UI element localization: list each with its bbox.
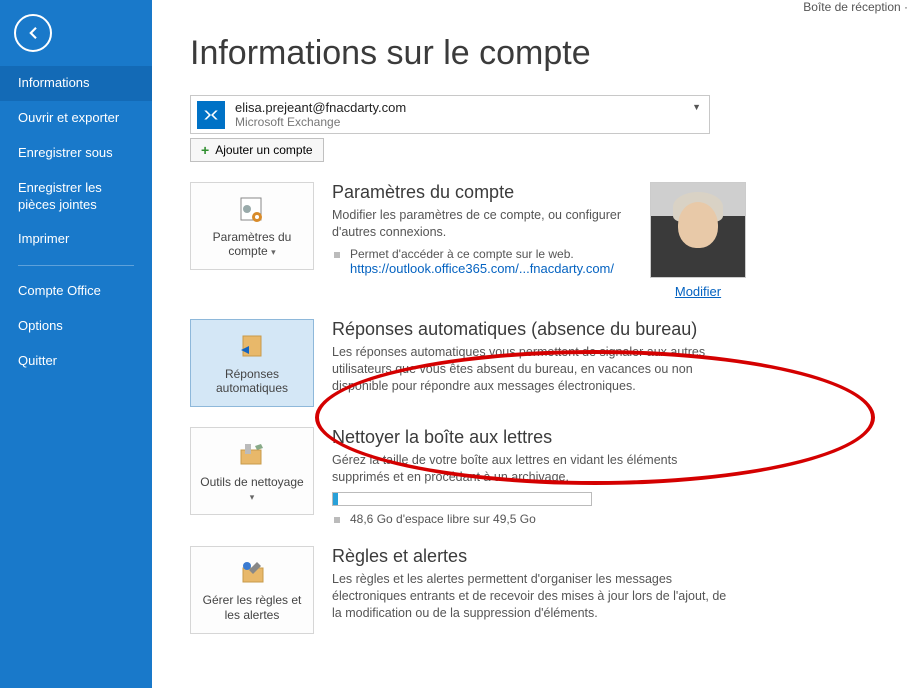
section-body: Les réponses automatiques vous permetten… xyxy=(332,344,732,395)
auto-reply-icon xyxy=(235,331,269,363)
section-body: Modifier les paramètres de ce compte, ou… xyxy=(332,207,622,241)
profile-photo xyxy=(650,182,746,278)
nav-separator xyxy=(18,265,134,266)
section-body: Gérez la taille de votre boîte aux lettr… xyxy=(332,452,732,486)
backstage-sidebar: Informations Ouvrir et exporter Enregist… xyxy=(0,0,152,688)
modify-photo-link[interactable]: Modifier xyxy=(650,284,746,299)
account-selector[interactable]: elisa.prejeant@fnacdarty.com Microsoft E… xyxy=(190,95,710,134)
plus-icon: + xyxy=(201,142,209,158)
account-email: elisa.prejeant@fnacdarty.com xyxy=(235,100,406,115)
page-title: Informations sur le compte xyxy=(190,34,918,73)
nav-informations[interactable]: Informations xyxy=(0,66,152,101)
section-title: Paramètres du compte xyxy=(332,182,622,203)
section-rules: Gérer les règles et les alertes Règles e… xyxy=(190,546,890,634)
account-settings-icon xyxy=(235,194,269,226)
tile-label: Outils de nettoyage ▾ xyxy=(197,475,307,504)
add-account-button[interactable]: + Ajouter un compte xyxy=(190,138,324,162)
nav-office-account[interactable]: Compte Office xyxy=(0,274,152,309)
web-access-label: Permet d'accéder à ce compte sur le web. xyxy=(350,247,622,261)
section-title: Nettoyer la boîte aux lettres xyxy=(332,427,732,448)
tile-label: Paramètres du compte ▾ xyxy=(197,230,307,259)
storage-text: 48,6 Go d'espace libre sur 49,5 Go xyxy=(350,512,732,526)
tile-cleanup-tools[interactable]: Outils de nettoyage ▾ xyxy=(190,427,314,515)
section-title: Réponses automatiques (absence du bureau… xyxy=(332,319,732,340)
exchange-icon xyxy=(197,101,225,129)
tile-account-settings[interactable]: Paramètres du compte ▾ xyxy=(190,182,314,270)
nav-print[interactable]: Imprimer xyxy=(0,222,152,257)
nav-save-attachments[interactable]: Enregistrer les pièces jointes xyxy=(0,171,152,223)
nav-save-as[interactable]: Enregistrer sous xyxy=(0,136,152,171)
nav-options[interactable]: Options xyxy=(0,309,152,344)
storage-bar xyxy=(332,492,592,506)
tile-rules-alerts[interactable]: Gérer les règles et les alertes xyxy=(190,546,314,634)
nav-quit[interactable]: Quitter xyxy=(0,344,152,379)
rules-icon xyxy=(235,557,269,589)
tile-label: Réponses automatiques xyxy=(197,367,307,396)
section-auto-replies: Réponses automatiques Réponses automatiq… xyxy=(190,319,890,407)
owa-link[interactable]: https://outlook.office365.com/...fnacdar… xyxy=(350,261,614,276)
back-button[interactable] xyxy=(14,14,52,52)
account-type: Microsoft Exchange xyxy=(235,115,406,129)
section-body: Les règles et les alertes permettent d'o… xyxy=(332,571,732,622)
chevron-down-icon: ▼ xyxy=(692,102,701,112)
nav-open-export[interactable]: Ouvrir et exporter xyxy=(0,101,152,136)
add-account-label: Ajouter un compte xyxy=(215,143,312,157)
section-account-settings: Paramètres du compte ▾ Paramètres du com… xyxy=(190,182,890,299)
tile-auto-replies[interactable]: Réponses automatiques xyxy=(190,319,314,407)
tile-label: Gérer les règles et les alertes xyxy=(197,593,307,622)
cleanup-icon xyxy=(235,439,269,471)
section-cleanup: Outils de nettoyage ▾ Nettoyer la boîte … xyxy=(190,427,890,526)
main-panel: Informations sur le compte elisa.prejean… xyxy=(152,0,918,634)
section-title: Règles et alertes xyxy=(332,546,732,567)
